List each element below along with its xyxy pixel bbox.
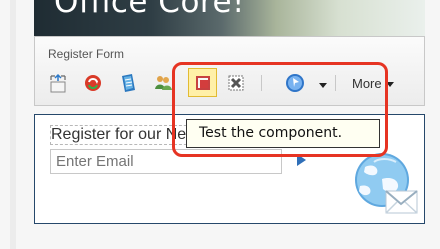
- document-icon: [122, 74, 135, 92]
- panel-title: Register Form: [48, 47, 125, 61]
- refresh-tool-button[interactable]: [82, 72, 104, 94]
- focus-highlight: [172, 62, 388, 157]
- users-tool-button[interactable]: [152, 72, 174, 94]
- banner-title: Office Core!: [54, 0, 245, 20]
- document-tool-button[interactable]: [117, 72, 139, 94]
- move-tool-button[interactable]: [47, 72, 69, 94]
- refresh-icon: [85, 75, 101, 91]
- move-icon: [50, 73, 66, 93]
- users-icon: [155, 76, 172, 90]
- globe-mail-icon: [355, 153, 418, 214]
- site-banner: Office Core!: [34, 0, 425, 36]
- page-side-strip: [10, 0, 16, 249]
